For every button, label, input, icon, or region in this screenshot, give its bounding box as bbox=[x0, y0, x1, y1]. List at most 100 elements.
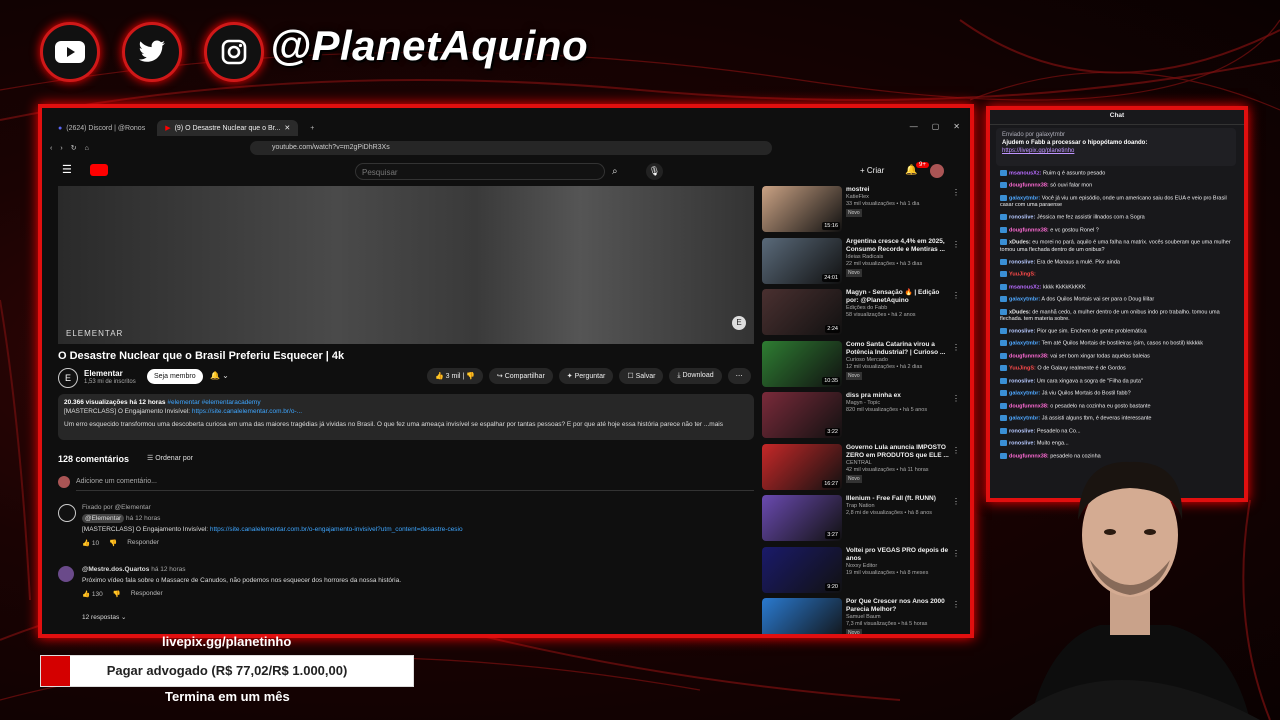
download-button[interactable]: ⤓ Download bbox=[669, 368, 722, 384]
video-channel[interactable]: Magyn - Topic bbox=[846, 400, 950, 407]
chat-username[interactable]: ronoslive: bbox=[1009, 378, 1035, 384]
subscription-bell-icon[interactable]: 🔔 ⌄ bbox=[210, 371, 229, 380]
more-icon[interactable]: ⋮ bbox=[952, 188, 960, 197]
chat-username[interactable]: ronoslive: bbox=[1009, 441, 1035, 447]
related-video[interactable]: 21:53 Por Que Crescer nos Anos 2000 Parec… bbox=[762, 598, 962, 634]
video-title[interactable]: Por Que Crescer nos Anos 2000 Parecia Me… bbox=[846, 598, 950, 614]
chat-username[interactable]: ronoslive: bbox=[1009, 428, 1035, 434]
share-button[interactable]: ↪ Compartilhar bbox=[488, 368, 553, 384]
video-thumbnail[interactable]: 3:27 bbox=[762, 495, 842, 541]
like-icon[interactable]: 👍 130 bbox=[82, 590, 103, 598]
comment-link[interactable]: https://site.canalelementar.com.br/o-eng… bbox=[210, 526, 463, 533]
tab-youtube[interactable]: ▶ (9) O Desastre Nuclear que o Br... ✕ bbox=[157, 120, 299, 136]
related-video[interactable]: 3:27 Illenium - Free Fall (ft. RUNN) Trap … bbox=[762, 495, 962, 543]
dislike-icon[interactable]: 👎 bbox=[109, 539, 117, 547]
video-channel[interactable]: Trap Nation bbox=[846, 503, 950, 510]
video-title[interactable]: Argentina cresce 4,4% em 2025, Consumo R… bbox=[846, 238, 950, 254]
more-icon[interactable]: ⋮ bbox=[952, 549, 960, 558]
video-title[interactable]: diss pra minha ex bbox=[846, 392, 950, 400]
minimize-icon[interactable]: — bbox=[910, 122, 918, 131]
video-thumbnail[interactable]: 3:22 bbox=[762, 392, 842, 438]
reply-button[interactable]: Responder bbox=[127, 539, 159, 547]
like-button[interactable]: 👍 3 mil | 👎 bbox=[427, 368, 483, 384]
join-button[interactable]: Seja membro bbox=[147, 369, 203, 384]
avatar[interactable] bbox=[930, 164, 944, 178]
close-icon[interactable]: ✕ bbox=[953, 122, 960, 131]
video-channel[interactable]: KatieFlex bbox=[846, 194, 950, 201]
related-video[interactable]: 24:01 Argentina cresce 4,4% em 2025, Cons… bbox=[762, 237, 962, 286]
chat-username[interactable]: msanousXz: bbox=[1009, 170, 1041, 176]
related-video[interactable]: 2:24 Magyn - Sensação 🔥 | Edição por: @Pl… bbox=[762, 289, 962, 337]
comment-author[interactable]: @Elementar bbox=[82, 514, 125, 523]
chat-username[interactable]: dougfunnnx38: bbox=[1009, 353, 1049, 359]
related-video[interactable]: 15:16 mostrei KatieFlex 33 mil visualizaçõe… bbox=[762, 186, 962, 234]
chat-username[interactable]: ronoslive: bbox=[1009, 215, 1035, 221]
related-video[interactable]: 16:27 Governo Lula anuncia IMPOSTO ZERO e… bbox=[762, 443, 962, 492]
video-title[interactable]: Voltei pro VEGAS PRO depois de anos bbox=[846, 547, 950, 563]
video-channel[interactable]: Samuel Baum bbox=[846, 614, 950, 621]
chat-username[interactable]: galaxytmbr: bbox=[1009, 195, 1040, 201]
video-title[interactable]: Illenium - Free Fall (ft. RUNN) bbox=[846, 495, 950, 503]
home-icon[interactable]: ⌂ bbox=[85, 145, 89, 152]
save-button[interactable]: ☐ Salvar bbox=[619, 368, 664, 384]
like-icon[interactable]: 👍 10 bbox=[82, 539, 99, 547]
reply-button[interactable]: Responder bbox=[131, 590, 163, 598]
more-icon[interactable]: ⋮ bbox=[952, 497, 960, 506]
chat-username[interactable]: xDudes: bbox=[1009, 240, 1031, 246]
reload-icon[interactable]: ↻ bbox=[71, 144, 77, 152]
video-thumbnail[interactable]: 16:27 bbox=[762, 443, 842, 490]
chat-username[interactable]: YuuJingS: bbox=[1009, 272, 1036, 278]
video-thumbnail[interactable]: 2:24 bbox=[762, 289, 842, 335]
chat-username[interactable]: msanousXz: bbox=[1009, 284, 1041, 290]
chat-username[interactable]: galaxytmbr: bbox=[1009, 391, 1040, 397]
new-tab-button[interactable]: + bbox=[302, 121, 322, 136]
more-icon[interactable]: ⋮ bbox=[952, 291, 960, 300]
video-title[interactable]: Governo Lula anuncia IMPOSTO ZERO em PRO… bbox=[846, 444, 950, 460]
related-video[interactable]: 3:22 diss pra minha ex Magyn - Topic 820 mi… bbox=[762, 392, 962, 440]
video-channel[interactable]: CENTRAL bbox=[846, 460, 950, 467]
related-video[interactable]: 10:35 Como Santa Catarina virou a Potênci… bbox=[762, 340, 962, 389]
pinned-link[interactable]: https://livepix.gg/planetinho bbox=[1002, 147, 1230, 155]
chat-username[interactable]: YuuJingS: bbox=[1009, 366, 1036, 372]
video-thumbnail[interactable]: 15:16 bbox=[762, 186, 842, 232]
add-comment-input[interactable]: Adicione um comentário... bbox=[76, 478, 157, 485]
video-title[interactable]: mostrei bbox=[846, 186, 950, 194]
search-icon[interactable]: ⌕ bbox=[612, 163, 628, 180]
replies-toggle[interactable]: 12 respostas ⌄ bbox=[82, 613, 126, 621]
tab-discord[interactable]: ● (2624) Discord | @Ronos bbox=[50, 121, 153, 136]
more-icon[interactable]: ⋮ bbox=[952, 240, 960, 249]
ask-button[interactable]: ✦ Perguntar bbox=[558, 368, 614, 384]
description-box[interactable]: 20.366 visualizações há 12 horas #elemen… bbox=[58, 394, 754, 440]
video-channel[interactable]: Curioso Mercado bbox=[846, 357, 950, 364]
channel-avatar[interactable]: E bbox=[58, 368, 78, 388]
video-player[interactable]: ELEMENTAR E bbox=[58, 186, 754, 344]
more-icon[interactable]: ⋯ bbox=[727, 368, 751, 384]
video-title[interactable]: Como Santa Catarina virou a Potência Ind… bbox=[846, 341, 950, 357]
more-icon[interactable]: ⋮ bbox=[952, 600, 960, 609]
related-video[interactable]: 9:20 Voltei pro VEGAS PRO depois de anos N… bbox=[762, 546, 962, 595]
video-channel[interactable]: Noxxy Editor bbox=[846, 563, 950, 570]
create-button[interactable]: + Criar bbox=[860, 166, 884, 175]
chat-username[interactable]: galaxytmbr: bbox=[1009, 297, 1040, 303]
chat-username[interactable]: dougfunnnx38: bbox=[1009, 403, 1049, 409]
chat-username[interactable]: dougfunnnx38: bbox=[1009, 227, 1049, 233]
chat-username[interactable]: dougfunnnx38: bbox=[1009, 183, 1049, 189]
video-title[interactable]: Magyn - Sensação 🔥 | Edição por: @Planet… bbox=[846, 289, 950, 305]
url-field[interactable]: youtube.com/watch?v=m2gPiDhR3Xs bbox=[250, 141, 772, 155]
channel-name[interactable]: Elementar bbox=[84, 369, 123, 378]
menu-icon[interactable]: ☰ bbox=[62, 163, 72, 176]
forward-icon[interactable]: › bbox=[60, 145, 62, 152]
youtube-logo[interactable] bbox=[90, 164, 108, 176]
comment-author[interactable]: @Mestre.dos.Quartos bbox=[82, 566, 149, 573]
maximize-icon[interactable]: ▢ bbox=[932, 122, 940, 131]
chat-username[interactable]: xDudes: bbox=[1009, 309, 1031, 315]
back-icon[interactable]: ‹ bbox=[50, 145, 52, 152]
more-icon[interactable]: ⋮ bbox=[952, 394, 960, 403]
sort-button[interactable]: ☰ Ordenar por bbox=[147, 454, 193, 462]
chat-username[interactable]: ronoslive: bbox=[1009, 328, 1035, 334]
video-thumbnail[interactable]: 21:53 bbox=[762, 598, 842, 634]
chat-username[interactable]: ronoslive: bbox=[1009, 259, 1035, 265]
more-icon[interactable]: ⋮ bbox=[952, 343, 960, 352]
dislike-icon[interactable]: 👎 bbox=[113, 590, 121, 598]
video-thumbnail[interactable]: 24:01 bbox=[762, 237, 842, 284]
